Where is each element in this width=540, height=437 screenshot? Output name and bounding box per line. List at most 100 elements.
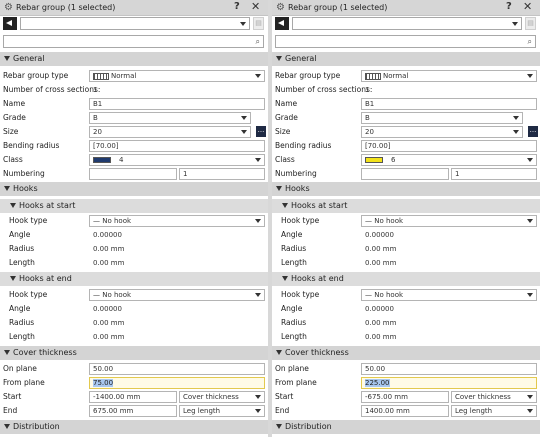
save-button[interactable]: ▤	[253, 17, 264, 30]
search-input[interactable]: ⌕	[3, 35, 264, 48]
from-plane-field[interactable]: 75.00	[89, 377, 265, 389]
search-icon: ⌕	[527, 37, 532, 46]
start-mode-select[interactable]: Cover thickness	[179, 391, 265, 403]
chevron-down-icon	[255, 395, 261, 399]
hook-type-value: — No hook	[365, 217, 404, 225]
cross-sections-label: Number of cross sections:	[275, 85, 373, 94]
from-plane-label: From plane	[275, 378, 317, 387]
name-field[interactable]: B1	[89, 98, 265, 110]
section-header-cover-thickness[interactable]: Cover thickness	[272, 346, 540, 360]
start-angle-value: 0.00000	[365, 231, 394, 239]
end-length-value: 0.00 mm	[93, 333, 125, 341]
end-radius-value: 0.00 mm	[365, 319, 397, 327]
start-hook-type-select[interactable]: — No hook	[361, 215, 537, 227]
grade-value: B	[93, 114, 98, 122]
saved-settings-dropdown[interactable]	[20, 17, 250, 30]
collapse-caret-icon	[276, 350, 282, 355]
panel-title: Rebar group (1 selected)	[16, 3, 116, 12]
section-header-hooks[interactable]: Hooks	[0, 182, 268, 196]
section-header-general[interactable]: General	[272, 52, 540, 66]
start-label: Start	[3, 392, 22, 401]
section-header-hooks-at-end[interactable]: Hooks at end	[272, 272, 540, 286]
hook-type-label: Hook type	[281, 290, 320, 299]
name-label: Name	[275, 99, 298, 108]
section-header-distribution[interactable]: Distribution	[0, 420, 268, 434]
size-select[interactable]: 20	[361, 126, 523, 138]
size-browse-button[interactable]: ...	[256, 126, 266, 137]
section-title: Hooks at end	[291, 274, 344, 283]
end-length-value: 0.00 mm	[365, 333, 397, 341]
chevron-down-icon	[527, 409, 533, 413]
size-select[interactable]: 20	[89, 126, 251, 138]
hook-type-label: Hook type	[9, 290, 48, 299]
bending-radius-label: Bending radius	[3, 141, 60, 150]
on-plane-label: On plane	[3, 364, 37, 373]
section-title: Hooks at start	[291, 201, 348, 210]
collapse-caret-icon	[276, 186, 282, 191]
bending-radius-field[interactable]: [70.00]	[89, 140, 265, 152]
end-hook-type-select[interactable]: — No hook	[361, 289, 537, 301]
numbering-prefix-field[interactable]	[89, 168, 177, 180]
saved-settings-dropdown[interactable]	[292, 17, 522, 30]
section-header-hooks-at-end[interactable]: Hooks at end	[0, 272, 268, 286]
chevron-down-icon	[513, 116, 519, 120]
end-angle-value: 0.00000	[93, 305, 122, 313]
chevron-down-icon	[241, 130, 247, 134]
start-mode-value: Cover thickness	[455, 393, 511, 401]
numbering-start-field[interactable]: 1	[179, 168, 265, 180]
numbering-prefix-field[interactable]	[361, 168, 449, 180]
start-cover-field[interactable]: -675.00 mm	[361, 391, 449, 403]
on-plane-label: On plane	[275, 364, 309, 373]
class-label: Class	[275, 155, 295, 164]
grade-select[interactable]: B	[361, 112, 523, 124]
on-plane-field[interactable]: 50.00	[89, 363, 265, 375]
chevron-down-icon	[527, 74, 533, 78]
save-button[interactable]: ▤	[525, 17, 536, 30]
section-header-cover-thickness[interactable]: Cover thickness	[0, 346, 268, 360]
section-title: Cover thickness	[13, 348, 77, 357]
end-mode-select[interactable]: Leg length	[179, 405, 265, 417]
title-bar: ⚙ Rebar group (1 selected) ? ✕	[0, 0, 268, 16]
arrow-left-icon	[6, 20, 12, 26]
back-button[interactable]	[275, 17, 289, 30]
start-cover-field[interactable]: -1400.00 mm	[89, 391, 177, 403]
section-header-hooks-at-start[interactable]: Hooks at start	[0, 199, 268, 213]
gear-icon: ⚙	[276, 2, 285, 13]
chevron-down-icon	[241, 116, 247, 120]
end-label: End	[3, 406, 18, 415]
close-button[interactable]: ✕	[523, 1, 532, 13]
section-title: Distribution	[285, 422, 332, 431]
back-button[interactable]	[3, 17, 17, 30]
chevron-down-icon	[527, 293, 533, 297]
from-plane-field[interactable]: 225.00	[361, 377, 537, 389]
chevron-down-icon	[527, 219, 533, 223]
length-label: Length	[9, 258, 35, 267]
start-mode-select[interactable]: Cover thickness	[451, 391, 537, 403]
title-bar: ⚙ Rebar group (1 selected) ? ✕	[272, 0, 540, 16]
section-header-distribution[interactable]: Distribution	[272, 420, 540, 434]
class-select[interactable]: 6	[361, 154, 537, 166]
name-field[interactable]: B1	[361, 98, 537, 110]
grade-select[interactable]: B	[89, 112, 251, 124]
numbering-start-field[interactable]: 1	[451, 168, 537, 180]
help-button[interactable]: ?	[506, 1, 512, 13]
rebar-group-type-select[interactable]: Normal	[89, 70, 265, 82]
help-button[interactable]: ?	[234, 1, 240, 13]
class-select[interactable]: 4	[89, 154, 265, 166]
section-title: Hooks	[285, 184, 310, 193]
start-hook-type-select[interactable]: — No hook	[89, 215, 265, 227]
section-header-hooks[interactable]: Hooks	[272, 182, 540, 196]
end-hook-type-select[interactable]: — No hook	[89, 289, 265, 301]
size-browse-button[interactable]: ...	[528, 126, 538, 137]
end-mode-value: Leg length	[183, 407, 221, 415]
section-header-hooks-at-start[interactable]: Hooks at start	[272, 199, 540, 213]
close-button[interactable]: ✕	[251, 1, 260, 13]
bending-radius-field[interactable]: [70.00]	[361, 140, 537, 152]
rebar-group-type-select[interactable]: Normal	[361, 70, 537, 82]
end-mode-select[interactable]: Leg length	[451, 405, 537, 417]
end-cover-field[interactable]: 675.00 mm	[89, 405, 177, 417]
end-cover-field[interactable]: 1400.00 mm	[361, 405, 449, 417]
on-plane-field[interactable]: 50.00	[361, 363, 537, 375]
search-input[interactable]: ⌕	[275, 35, 536, 48]
section-header-general[interactable]: General	[0, 52, 268, 66]
